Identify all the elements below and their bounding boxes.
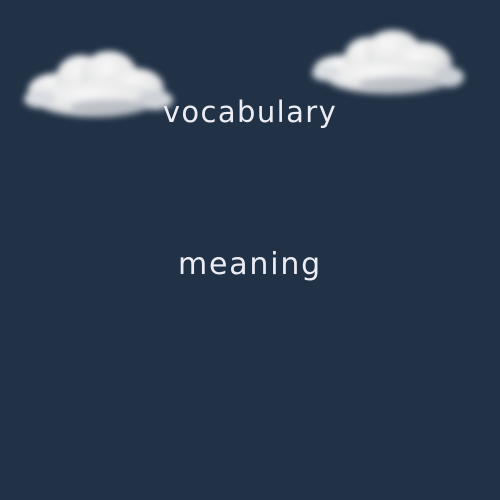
vocabulary-card: vocabulary meaning: [0, 0, 500, 500]
meaning-word: meaning: [177, 247, 323, 282]
vocabulary-word: vocabulary: [162, 95, 338, 129]
